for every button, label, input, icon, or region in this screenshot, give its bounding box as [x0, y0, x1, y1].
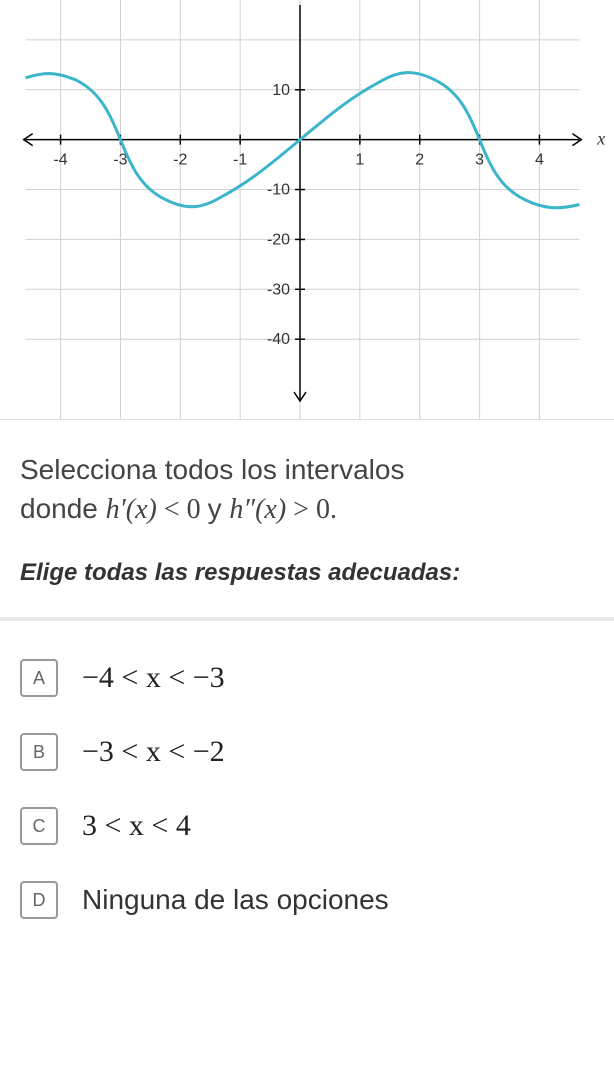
option-c[interactable]: C 3 < x < 4: [20, 789, 594, 863]
x-axis-label: x: [596, 129, 605, 149]
option-c-letter: C: [20, 807, 58, 845]
section-divider: [0, 617, 614, 621]
option-b[interactable]: B −3 < x < −2: [20, 715, 594, 789]
option-a-text: −4 < x < −3: [82, 661, 225, 695]
option-c-text: 3 < x < 4: [82, 809, 191, 843]
conj: y: [208, 493, 230, 524]
option-a-letter: A: [20, 659, 58, 697]
cond2-op: > 0.: [286, 494, 337, 525]
question-line1: Selecciona todos los intervalos: [20, 454, 404, 485]
function-graph: -4 -3 -2 -1 1 2 3 4 10 -10 -20 -30 -40 x: [0, 0, 614, 420]
ytick-neg30: -30: [267, 281, 290, 298]
answer-options: A −4 < x < −3 B −3 < x < −2 C 3 < x < 4 …: [0, 641, 614, 937]
ytick-neg20: -20: [267, 231, 290, 248]
xtick-1: 1: [355, 152, 364, 169]
xtick-3: 3: [475, 152, 484, 169]
chart-svg: -4 -3 -2 -1 1 2 3 4 10 -10 -20 -30 -40 x: [0, 0, 614, 419]
cond1-func: h′(x): [106, 494, 157, 525]
question-prompt: Selecciona todos los intervalos donde h′…: [0, 420, 614, 549]
xtick-neg2: -2: [173, 152, 187, 169]
question-line2-prefix: donde: [20, 493, 106, 524]
option-d-letter: D: [20, 881, 58, 919]
instruction-text: Elige todas las respuestas adecuadas:: [0, 549, 614, 607]
xtick-neg1: -1: [233, 152, 247, 169]
option-a[interactable]: A −4 < x < −3: [20, 641, 594, 715]
option-b-text: −3 < x < −2: [82, 735, 225, 769]
ytick-neg40: -40: [267, 331, 290, 348]
xtick-2: 2: [415, 152, 424, 169]
option-d[interactable]: D Ninguna de las opciones: [20, 863, 594, 937]
ytick-10: 10: [272, 82, 290, 99]
option-b-letter: B: [20, 733, 58, 771]
xtick-4: 4: [535, 152, 544, 169]
ytick-neg10: -10: [267, 182, 290, 199]
cond1-op: < 0: [157, 494, 208, 525]
cond2-func: h″(x): [229, 494, 286, 525]
xtick-neg4: -4: [53, 152, 67, 169]
option-d-text: Ninguna de las opciones: [82, 884, 389, 916]
